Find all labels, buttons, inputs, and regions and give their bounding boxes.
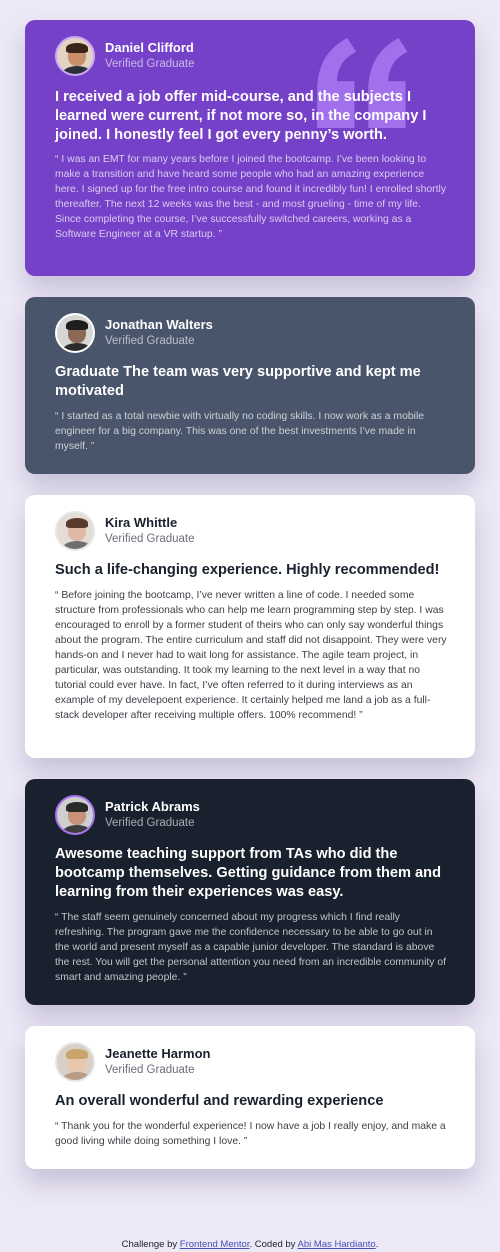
author-role: Verified Graduate [105,58,195,70]
avatar-patrick-icon [55,795,95,835]
attribution-prefix: Challenge by [121,1239,180,1250]
avatar-jeanette-icon [55,1042,95,1082]
avatar-kira-icon [55,511,95,551]
author-header: Patrick Abrams Verified Graduate [55,795,200,835]
testimonial-body: “ The staff seem genuinely concerned abo… [55,912,447,983]
author-role: Verified Graduate [105,335,195,347]
avatar-daniel-icon [55,36,95,76]
testimonial-title: An overall wonderful and rewarding exper… [55,1093,384,1109]
author-name: Daniel Clifford [105,40,194,55]
attribution: Challenge by Frontend Mentor. Coded by A… [0,1239,500,1250]
testimonial-card-patrick: Patrick Abrams Verified Graduate Awesome… [25,779,475,1005]
author-name: Kira Whittle [105,515,178,530]
testimonial-title: I received a job offer mid-course, and t… [55,89,427,143]
author-role: Verified Graduate [105,1064,195,1076]
author-link[interactable]: Abi Mas Hardianto [298,1239,376,1250]
author-role: Verified Graduate [105,533,195,545]
testimonial-body: “ I was an EMT for many years before I j… [55,154,447,240]
testimonial-card-jeanette: Jeanette Harmon Verified Graduate An ove… [25,1026,475,1169]
author-header: Jonathan Walters Verified Graduate [55,313,213,353]
testimonial-title: Graduate The team was very supportive an… [55,364,421,399]
testimonial-card-daniel: Daniel Clifford Verified Graduate I rece… [25,20,475,276]
author-header: Jeanette Harmon Verified Graduate [55,1042,210,1082]
author-header: Daniel Clifford Verified Graduate [55,36,195,76]
testimonial-body: “ I started as a total newbie with virtu… [55,411,425,452]
author-header: Kira Whittle Verified Graduate [55,511,195,551]
testimonial-card-kira: Kira Whittle Verified Graduate Such a li… [25,495,475,758]
attribution-middle: . Coded by [249,1239,298,1250]
author-name: Patrick Abrams [105,799,200,814]
testimonial-body: “ Thank you for the wonderful experience… [55,1121,446,1147]
testimonial-body: “ Before joining the bootcamp, I’ve neve… [55,590,447,721]
testimonial-title: Awesome teaching support from TAs who di… [55,846,441,900]
testimonial-title: Such a life-changing experience. Highly … [55,562,440,578]
avatar-jonathan-icon [55,313,95,353]
frontend-mentor-link[interactable]: Frontend Mentor [180,1239,250,1250]
author-role: Verified Graduate [105,817,195,829]
attribution-suffix: . [375,1239,379,1250]
author-name: Jonathan Walters [105,317,213,332]
author-name: Jeanette Harmon [105,1046,211,1061]
testimonial-card-jonathan: Jonathan Walters Verified Graduate Gradu… [25,297,475,474]
